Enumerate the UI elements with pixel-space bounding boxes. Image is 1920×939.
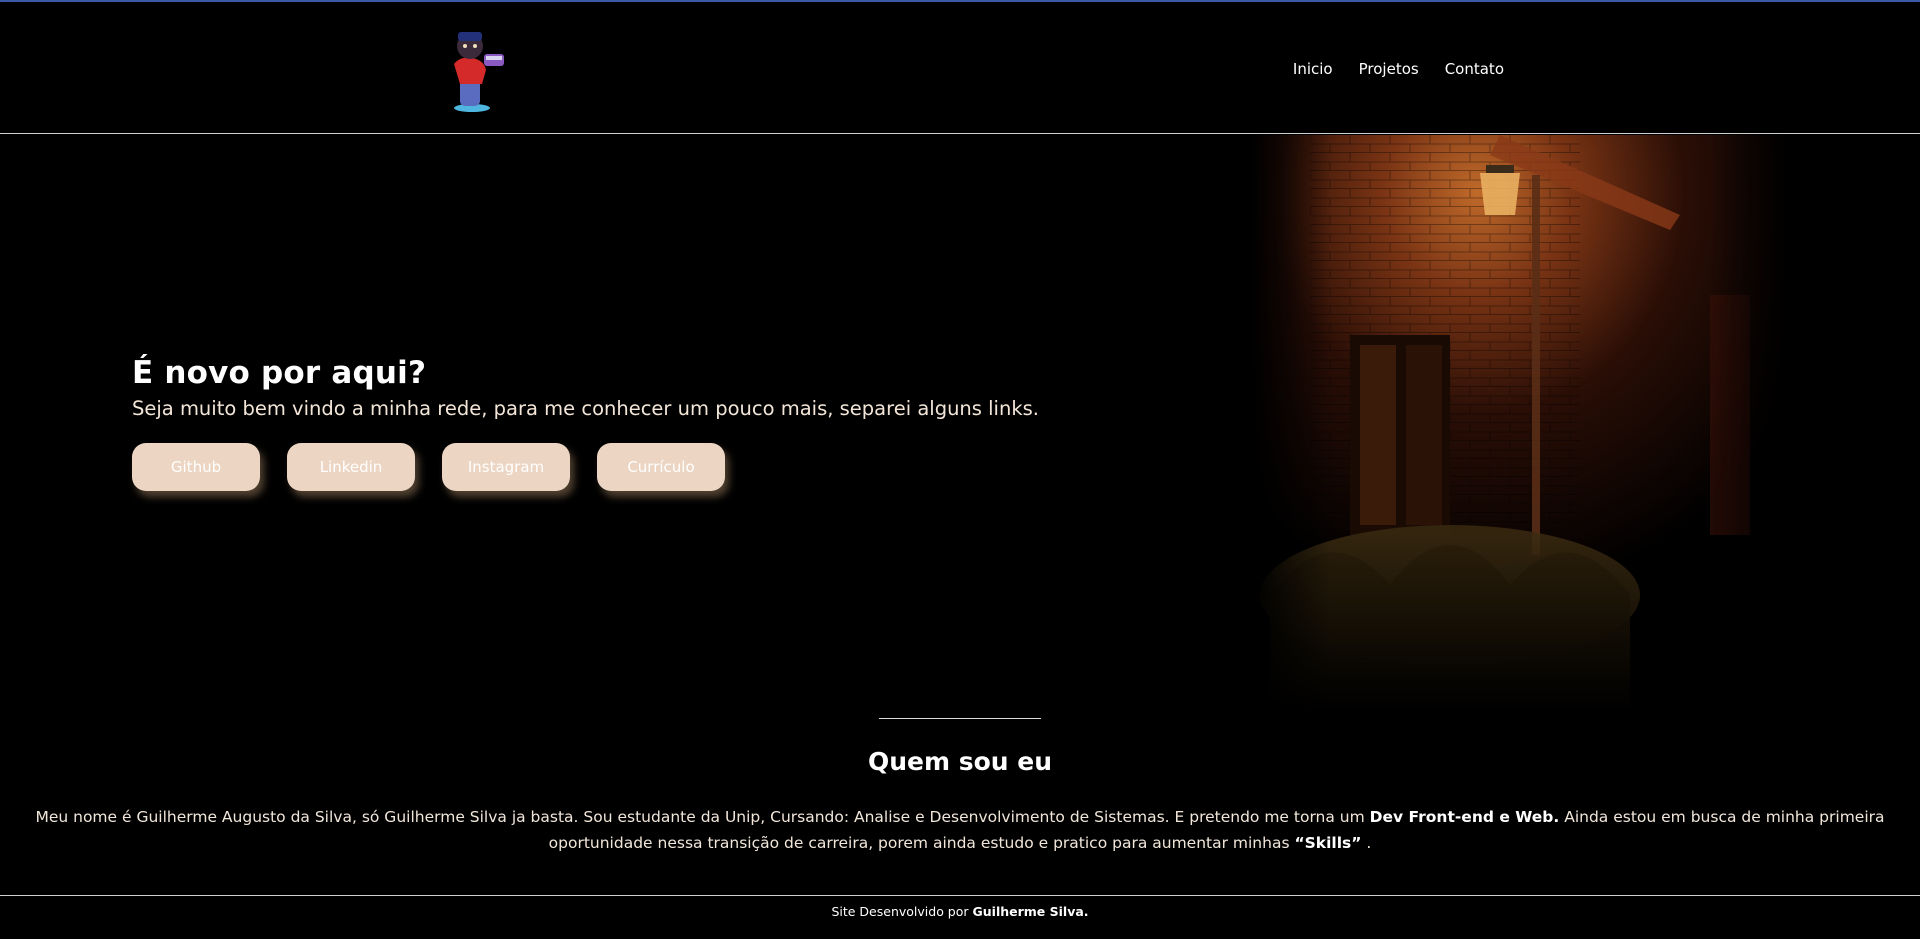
about-text: Meu nome é Guilherme Augusto da Silva, s… [0,804,1920,856]
about-text-part1: Meu nome é Guilherme Augusto da Silva, s… [35,808,1370,826]
main-nav: Inicio Projetos Contato [1293,60,1504,78]
nav-item-contato[interactable]: Contato [1445,60,1504,78]
site-footer: Site Desenvolvido por Guilherme Silva. [0,895,1920,939]
avatar-logo-icon[interactable] [438,26,510,114]
footer-author: Guilherme Silva. [972,904,1089,919]
nav-item-inicio[interactable]: Inicio [1293,60,1333,78]
hero-title: É novo por aqui? [132,355,427,391]
instagram-button[interactable]: Instagram [442,443,570,491]
hero-subtitle: Seja muito bem vindo a minha rede, para … [132,397,1039,420]
about-section: Quem sou eu Meu nome é Guilherme Augusto… [0,718,1920,856]
linkedin-button[interactable]: Linkedin [287,443,415,491]
nav-item-projetos[interactable]: Projetos [1359,60,1419,78]
about-text-part3: . [1361,834,1372,852]
site-header: Inicio Projetos Contato [0,2,1920,134]
about-divider [879,718,1041,719]
footer-prefix: Site Desenvolvido por [831,904,973,919]
about-title: Quem sou eu [867,747,1053,776]
curriculo-button[interactable]: Currículo [597,443,725,491]
hero-section: É novo por aqui? Seja muito bem vindo a … [0,135,1920,715]
hero-text-block: É novo por aqui? Seja muito bem vindo a … [132,355,1039,491]
github-button[interactable]: Github [132,443,260,491]
social-links: Github Linkedin Instagram Currículo [132,443,1039,491]
hero-night-house-image [1250,135,1790,710]
about-text-highlight-role: Dev Front-end e Web. [1369,808,1560,826]
about-text-highlight-skills: “Skills” [1294,834,1362,852]
